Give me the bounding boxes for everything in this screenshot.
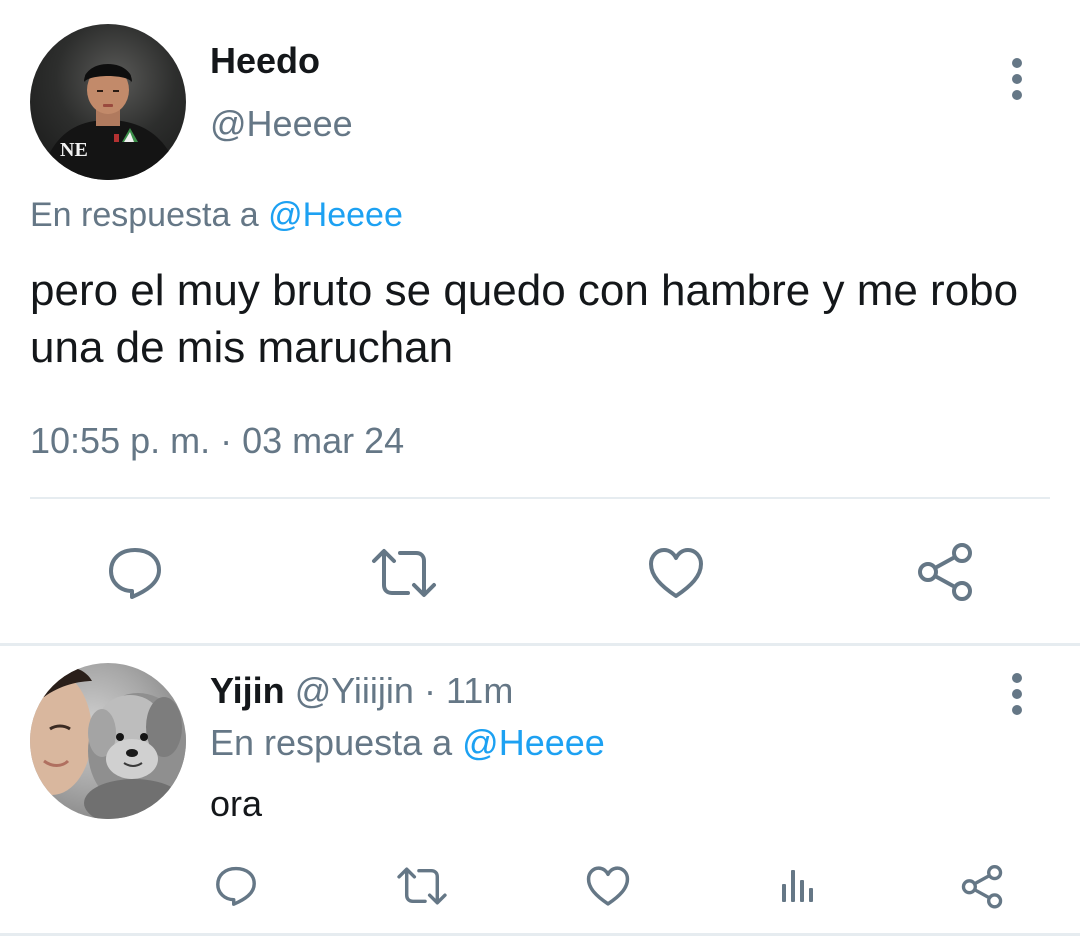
reply-more-options-icon[interactable] [1009, 673, 1025, 721]
share-icon [918, 543, 972, 601]
tweet-text: pero el muy bruto se quedo con hambre y … [30, 266, 1019, 372]
reply-like-button[interactable] [582, 860, 634, 912]
reply-text: ora [210, 783, 263, 824]
reply-author-name[interactable]: Yijin [210, 670, 285, 711]
replying-to-handle[interactable]: @Heeee [268, 196, 403, 234]
reply-share-button[interactable] [955, 860, 1009, 912]
reply-button[interactable] [100, 540, 170, 606]
retweet-button[interactable] [368, 540, 440, 606]
replying-to-handle[interactable]: @Heeee [462, 722, 605, 763]
retweet-icon [397, 867, 447, 905]
analytics-button[interactable] [772, 860, 820, 912]
reply-time[interactable]: 11m [446, 670, 513, 711]
divider [30, 497, 1050, 499]
avatar-photo [30, 666, 186, 819]
reply-replying-to-line: En respuesta a @Heeee [210, 722, 605, 764]
like-icon [649, 548, 703, 598]
svg-text:NE: NE [60, 139, 88, 161]
separator-dot: · [423, 670, 436, 711]
share-button[interactable] [910, 538, 980, 604]
replying-to-label: En respuesta a [30, 196, 259, 234]
author-handle[interactable]: @Heeee [210, 103, 353, 145]
like-icon [586, 866, 630, 906]
section-divider [0, 643, 1080, 646]
tweet-timestamp[interactable]: 10:55 p. m. · 03 mar 24 [30, 420, 404, 462]
retweet-icon [372, 549, 436, 597]
share-icon [961, 865, 1003, 909]
replying-to-label: En respuesta a [210, 722, 453, 763]
author-avatar[interactable]: NE [30, 24, 186, 180]
reply-icon [216, 866, 256, 906]
reply-icon [109, 548, 161, 599]
avatar-photo: NE [40, 64, 180, 180]
replying-to-line: En respuesta a @Heeee [30, 196, 403, 235]
reply-author-handle[interactable]: @Yiiijin [295, 670, 414, 711]
analytics-icon [782, 870, 813, 902]
reply-header: Yijin @Yiiijin · 11m [210, 670, 513, 712]
reply-retweet-button[interactable] [394, 860, 450, 912]
like-button[interactable] [641, 540, 711, 606]
reply-reply-button[interactable] [210, 860, 262, 912]
reply-author-avatar[interactable] [30, 663, 186, 819]
more-options-icon[interactable] [1009, 58, 1025, 106]
author-name[interactable]: Heedo [210, 40, 320, 82]
